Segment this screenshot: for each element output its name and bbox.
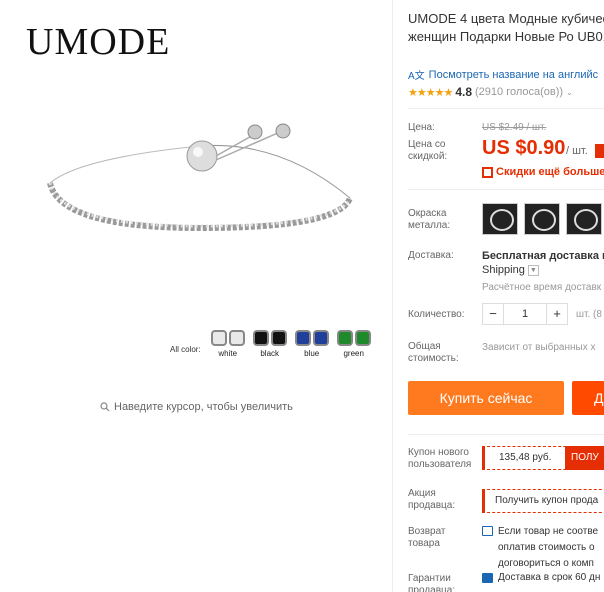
- rating-count: (2910 голоса(ов)): [475, 86, 564, 98]
- quantity-input[interactable]: 1: [504, 303, 546, 325]
- color-label: green: [343, 349, 364, 358]
- truck-icon: [482, 573, 493, 583]
- color-swatch-green[interactable]: green: [333, 330, 375, 358]
- all-color-label: All color:: [170, 345, 201, 354]
- decrease-button[interactable]: −: [482, 303, 504, 325]
- color-swatch-black[interactable]: black: [249, 330, 291, 358]
- product-image[interactable]: UMODE All color: white black blue green: [0, 0, 392, 392]
- translate-link-text: Посмотреть название на английс: [428, 68, 599, 81]
- translate-link[interactable]: A文 Посмотреть название на английс: [408, 67, 599, 83]
- rating-value: 4.8: [455, 85, 472, 99]
- product-gallery: UMODE All color: white black blue green …: [0, 0, 392, 430]
- new-user-coupon: 135,48 руб. ПОЛУ: [482, 446, 604, 470]
- seller-coupon-button[interactable]: Получить купон прода: [482, 489, 604, 513]
- shipping-method: Shipping: [482, 264, 525, 276]
- more-discounts-link[interactable]: Скидки ещё больше в: [482, 166, 604, 178]
- current-price: US $0.90: [482, 137, 566, 159]
- bracelet-image: [47, 123, 353, 232]
- search-icon: [100, 402, 110, 412]
- seller-coupon-text: Получить купон прода: [495, 495, 599, 506]
- shipping-title: Бесплатная доставка в: [482, 250, 604, 262]
- zoom-hint-text: Наведите курсор, чтобы увеличить: [114, 401, 293, 413]
- new-user-coupon-label: Купон нового пользователя: [408, 447, 472, 470]
- brand-logo: UMODE: [26, 21, 171, 63]
- price-label: Цена:: [408, 122, 435, 133]
- discount-badge: [595, 144, 604, 158]
- chevron-down-icon: ▼: [527, 264, 539, 276]
- color-options: All color: white black blue green: [170, 330, 375, 358]
- quantity-label: Количество:: [408, 309, 465, 320]
- guarantee-text: Доставка в срок 60 дн: [498, 572, 601, 583]
- color-swatch-white[interactable]: white: [207, 330, 249, 358]
- variant-option[interactable]: [566, 203, 602, 235]
- get-coupon-button[interactable]: ПОЛУ: [565, 446, 604, 470]
- more-discounts-text: Скидки ещё больше в: [496, 166, 604, 178]
- quantity-stepper: − 1 +: [482, 303, 568, 325]
- variant-list: [482, 203, 604, 235]
- returns-text: Если товар не соотве оплатив стоимость о…: [498, 526, 599, 569]
- zoom-hint: Наведите курсор, чтобы увеличить: [100, 401, 293, 413]
- old-price: US $2.49 / шт.: [482, 122, 547, 133]
- color-swatch-blue[interactable]: blue: [291, 330, 333, 358]
- divider: [392, 0, 393, 592]
- shipping-time: Расчётное время доставк: [482, 282, 602, 293]
- rating[interactable]: ★★★★★ 4.8 (2910 голоса(ов)) ⌄: [408, 85, 573, 99]
- star-rating-icon: ★★★★★: [408, 86, 453, 99]
- color-label: black: [260, 349, 280, 358]
- divider: [408, 189, 604, 190]
- variants-label: Окраска металла:: [408, 208, 451, 231]
- variant-option[interactable]: [524, 203, 560, 235]
- total-value: Зависит от выбранных х: [482, 342, 596, 353]
- guarantee-label: Гарантии продавца:: [408, 573, 456, 592]
- chevron-down-icon: ⌄: [566, 87, 573, 97]
- color-label: white: [218, 349, 238, 358]
- returns-label: Возврат товара: [408, 526, 446, 549]
- price-unit: / шт.: [566, 145, 588, 157]
- translate-icon: A文: [408, 71, 425, 82]
- qr-code-icon: [482, 166, 493, 178]
- shipping-label: Доставка:: [408, 250, 454, 261]
- seller-promo-label: Акция продавца:: [408, 488, 456, 511]
- return-icon: [482, 526, 493, 536]
- divider: [408, 434, 604, 435]
- variant-option[interactable]: [482, 203, 518, 235]
- buy-now-button[interactable]: Купить сейчас: [408, 381, 564, 415]
- divider: [408, 108, 604, 109]
- product-title: UMODE 4 цвета Модные кубические для женщ…: [408, 11, 604, 44]
- discount-price-label: Цена со скидкой:: [408, 139, 448, 162]
- add-to-cart-button[interactable]: Д: [572, 381, 604, 415]
- product-info: UMODE 4 цвета Модные кубические для женщ…: [408, 0, 604, 592]
- total-label: Общая стоимость:: [408, 341, 459, 364]
- coupon-amount: 135,48 руб.: [499, 452, 552, 463]
- increase-button[interactable]: +: [546, 303, 568, 325]
- quantity-unit: шт. (8: [576, 309, 602, 320]
- shipping-method-select[interactable]: Shipping ▼: [482, 264, 539, 276]
- color-label: blue: [304, 349, 320, 358]
